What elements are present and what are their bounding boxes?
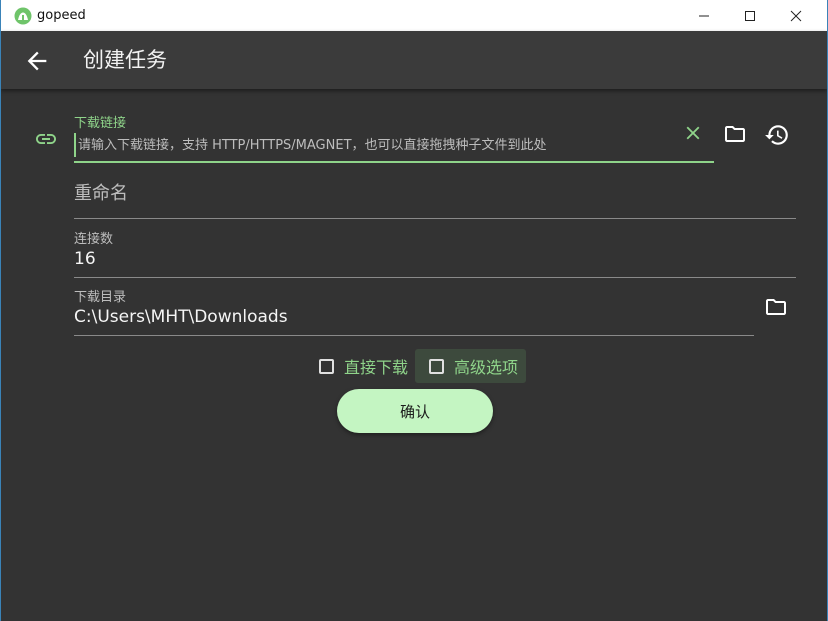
maximize-icon [745,10,755,21]
back-button[interactable] [23,47,51,75]
connections-label: 连接数 [74,232,114,247]
direct-download-label: 直接下载 [344,358,409,377]
window-title: gopeed [37,8,86,23]
folder-icon [766,299,786,315]
url-field-underline [74,161,714,163]
rename-field-underline [74,218,796,219]
select-directory-button[interactable] [763,296,789,318]
page-title: 创建任务 [83,48,167,72]
confirm-button[interactable]: 确认 [337,389,493,433]
advanced-options-option[interactable]: 高级选项 [415,349,527,383]
connections-input[interactable]: 16 [74,249,96,269]
history-icon [765,125,788,145]
advanced-options-checkbox[interactable] [429,358,444,374]
directory-label: 下载目录 [74,290,127,305]
direct-download-option[interactable]: 直接下载 [313,349,408,383]
minimize-button[interactable] [681,0,727,31]
link-icon [36,134,56,144]
select-torrent-file-button[interactable] [722,122,748,146]
connections-field-underline [74,277,796,278]
close-button[interactable] [773,0,819,31]
rename-input[interactable]: 重命名 [74,179,128,205]
close-icon [790,10,802,21]
gopeed-logo-icon [14,7,32,25]
url-history-button[interactable] [764,122,790,148]
window-titlebar[interactable]: gopeed [1,0,827,31]
close-icon [686,126,700,140]
directory-field-underline [74,335,754,336]
url-input[interactable] [74,133,678,157]
minimize-icon [699,15,709,16]
url-field-label: 下载链接 [74,116,127,131]
advanced-options-label: 高级选项 [454,358,519,377]
arrow-left-icon [27,51,47,71]
maximize-button[interactable] [727,0,773,31]
folder-icon [725,126,745,142]
clear-url-button[interactable] [682,122,704,144]
app-bar: 创建任务 [1,31,827,89]
app-window: gopeed 创建任务 下载链接 请输入下载链接，支持 HTTP/HTTPS/M… [0,0,828,621]
directory-input[interactable]: C:\Users\MHT\Downloads [74,307,288,327]
direct-download-checkbox[interactable] [319,358,334,374]
create-task-form: 下载链接 重命名 连接数 16 下载目录 C:\Users\MHT\Downlo… [1,89,827,621]
